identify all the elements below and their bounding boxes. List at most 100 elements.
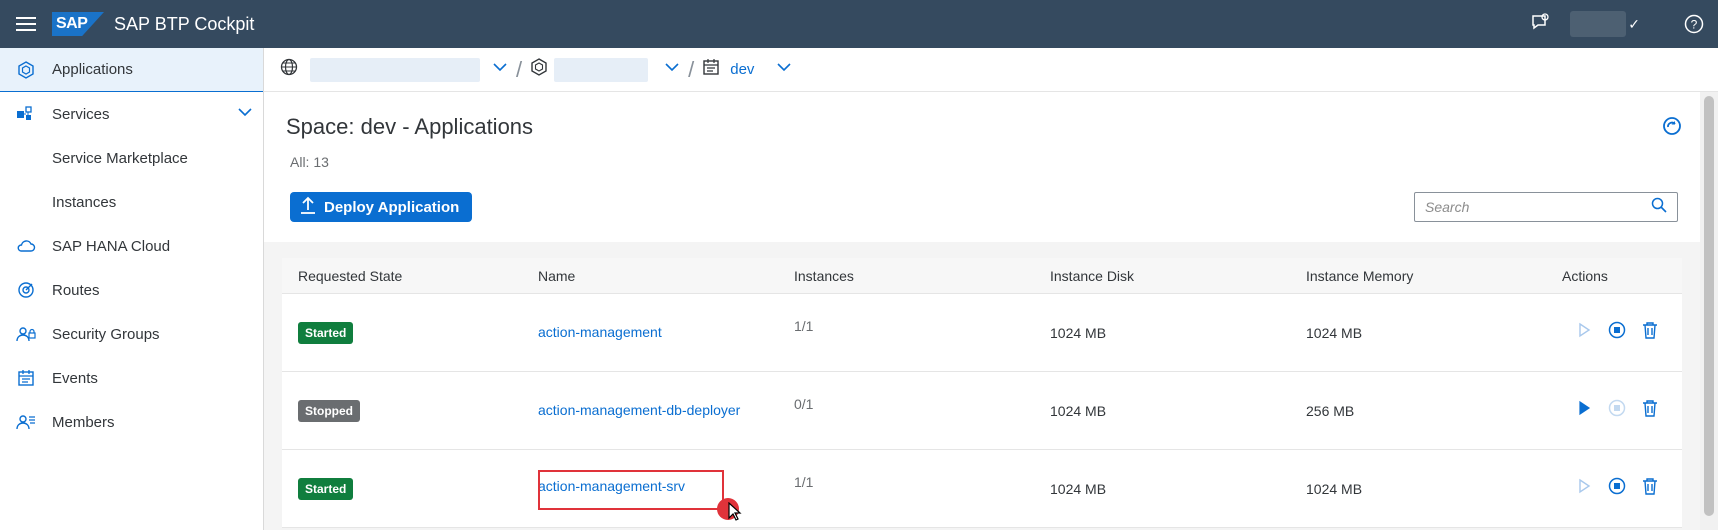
sidebar-item-routes[interactable]: Routes [0, 268, 263, 312]
user-menu-check-icon[interactable]: ✓ [1628, 16, 1640, 33]
sidebar-item-label: Events [52, 369, 98, 387]
application-count: All: 13 [290, 154, 329, 170]
members-icon [0, 413, 52, 431]
instances-value: 1/1 [794, 473, 814, 490]
instance-memory-value: 256 MB [1306, 402, 1355, 419]
chevron-down-icon[interactable] [664, 59, 680, 80]
svg-text:?: ? [1691, 18, 1698, 32]
column-header[interactable]: Name [538, 268, 794, 284]
table-row[interactable]: Started action-management-srv 1/1 1024 M… [282, 450, 1682, 528]
services-icon [0, 105, 52, 123]
subaccount-icon [530, 58, 548, 81]
applications-icon [0, 60, 52, 79]
sidebar-item-label: Service Marketplace [52, 149, 188, 167]
feedback-icon[interactable] [1530, 12, 1550, 37]
column-header[interactable]: Instances [794, 268, 1050, 284]
sidebar-item-label: Services [52, 105, 110, 123]
applications-table: Requested State Name Instances Instance … [282, 258, 1682, 528]
sidebar-item-label: Members [52, 413, 115, 431]
row-actions [1562, 477, 1682, 500]
delete-icon[interactable] [1642, 321, 1658, 344]
sidebar-item-members[interactable]: Members [0, 400, 263, 444]
status-badge: Stopped [298, 399, 360, 422]
globe-icon [280, 58, 298, 81]
deploy-button-label: Deploy Application [324, 198, 460, 216]
page-header: Space: dev - Applications All: 13 Deploy… [264, 92, 1700, 242]
column-header[interactable]: Instance Disk [1050, 268, 1306, 284]
sap-logo[interactable]: SAP [52, 12, 104, 36]
content-area: Requested State Name Instances Instance … [264, 242, 1700, 530]
status-badge: Started [298, 321, 354, 344]
sidebar-item-label: Applications [52, 61, 133, 78]
breadcrumb-separator: / [516, 56, 523, 82]
highlight-box [538, 470, 724, 510]
table-header: Requested State Name Instances Instance … [282, 258, 1682, 294]
table-row[interactable]: Stopped action-management-db-deployer 0/… [282, 372, 1682, 450]
table-row[interactable]: Started action-management 1/1 1024 MB 10… [282, 294, 1682, 372]
space-icon [702, 58, 720, 81]
instances-value: 1/1 [794, 317, 814, 334]
instance-disk-value: 1024 MB [1050, 402, 1107, 419]
search-icon[interactable] [1651, 197, 1667, 218]
routes-icon [0, 281, 52, 299]
scrollbar[interactable] [1700, 92, 1718, 530]
chevron-down-icon[interactable] [776, 59, 792, 80]
column-header[interactable]: Instance Memory [1306, 268, 1562, 284]
global-account-redacted[interactable] [310, 57, 480, 82]
delete-icon[interactable] [1642, 399, 1658, 422]
sidebar-item-label: Security Groups [52, 325, 160, 343]
subaccount-redacted[interactable] [554, 57, 649, 82]
menu-icon[interactable] [0, 0, 52, 48]
refresh-icon[interactable] [1662, 116, 1682, 141]
breadcrumb-space[interactable]: dev [730, 61, 754, 78]
status-badge: Started [298, 477, 354, 500]
mouse-cursor-icon [728, 501, 742, 527]
column-header: Actions [1562, 267, 1608, 284]
sidebar-item-events[interactable]: Events [0, 356, 263, 400]
sidebar-item-services[interactable]: Services [0, 92, 263, 136]
stop-icon[interactable] [1608, 321, 1626, 344]
sidebar-item-service-marketplace[interactable]: Service Marketplace [0, 136, 263, 180]
sidebar-item-label: SAP HANA Cloud [52, 237, 171, 255]
sidebar-item-label: Instances [52, 193, 117, 211]
search-input[interactable]: Search [1414, 192, 1678, 222]
instance-memory-value: 1024 MB [1306, 324, 1363, 341]
deploy-application-button[interactable]: Deploy Application [290, 192, 472, 222]
side-navigation: Applications Services Service Marketplac… [0, 48, 264, 530]
user-avatar[interactable] [1570, 11, 1627, 37]
stop-icon[interactable] [1608, 399, 1626, 422]
start-icon[interactable] [1576, 478, 1592, 499]
sidebar-item-label: Routes [52, 281, 100, 299]
security-groups-icon [0, 325, 52, 343]
breadcrumb: / / dev [264, 48, 1718, 92]
instances-value: 0/1 [794, 395, 814, 412]
delete-icon[interactable] [1642, 477, 1658, 500]
scrollbar-thumb[interactable] [1704, 96, 1714, 516]
row-actions [1562, 399, 1682, 422]
help-icon[interactable]: ? [1684, 14, 1704, 39]
instance-disk-value: 1024 MB [1050, 480, 1107, 497]
sidebar-item-instances[interactable]: Instances [0, 180, 263, 224]
events-icon [0, 369, 52, 387]
breadcrumb-separator: / [688, 56, 695, 82]
shell-bar: SAP SAP BTP Cockpit ✓ ? [0, 0, 1718, 48]
app-name-link[interactable]: action-management-db-deployer [538, 402, 740, 418]
search-placeholder: Search [1425, 199, 1470, 215]
sidebar-item-security-groups[interactable]: Security Groups [0, 312, 263, 356]
upload-icon [300, 196, 316, 218]
instance-memory-value: 1024 MB [1306, 480, 1363, 497]
row-actions [1562, 321, 1682, 344]
page-title: Space: dev - Applications [286, 114, 534, 139]
start-icon[interactable] [1576, 322, 1592, 343]
chevron-down-icon[interactable] [237, 104, 253, 124]
column-header[interactable]: Requested State [282, 268, 538, 284]
chevron-down-icon[interactable] [492, 59, 508, 80]
stop-icon[interactable] [1608, 477, 1626, 500]
sidebar-item-sap-hana-cloud[interactable]: SAP HANA Cloud [0, 224, 263, 268]
cloud-icon [0, 238, 52, 254]
sidebar-item-applications[interactable]: Applications [0, 48, 263, 92]
start-icon[interactable] [1576, 400, 1592, 421]
instance-disk-value: 1024 MB [1050, 324, 1107, 341]
app-title: SAP BTP Cockpit [114, 13, 255, 34]
app-name-link[interactable]: action-management [538, 324, 662, 340]
